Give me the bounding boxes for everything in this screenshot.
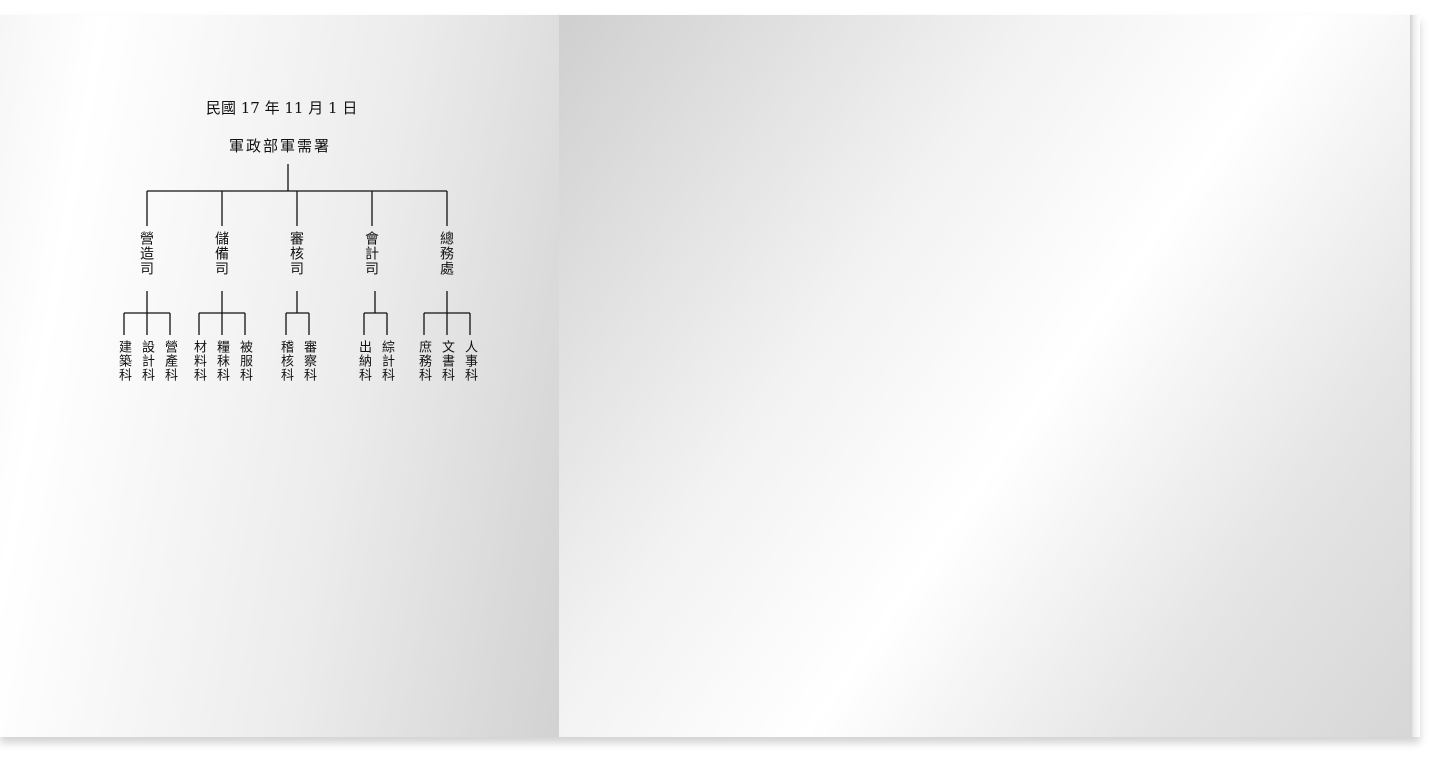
root-node-label: 軍政部軍需署 (229, 137, 332, 155)
section-node: 綜計科 (379, 340, 394, 382)
department-node: 審核司 (288, 231, 304, 276)
department-node: 儲備司 (213, 231, 229, 276)
section-node: 稽核科 (278, 340, 293, 382)
section-node: 建築科 (116, 340, 131, 382)
chart-date: 民國 17 年 11 月 1 日 (206, 99, 358, 117)
department-node: 總務處 (438, 231, 454, 276)
section-node: 文書科 (439, 340, 454, 382)
right-page (559, 15, 1420, 737)
section-node: 出納科 (356, 340, 371, 382)
section-node: 庶務科 (416, 340, 431, 382)
left-page: 民國 17 年 11 月 1 日 軍政部軍需署 營造司 儲備司 審核司 會計司 … (0, 15, 559, 737)
section-node: 設計科 (139, 340, 154, 382)
section-node: 人事科 (462, 340, 477, 382)
section-node: 糧秣科 (214, 340, 229, 382)
section-node: 營產科 (162, 340, 177, 382)
department-node: 會計司 (363, 231, 379, 276)
open-book: 民國 17 年 11 月 1 日 軍政部軍需署 營造司 儲備司 審核司 會計司 … (0, 15, 1420, 737)
page-edge (1410, 15, 1420, 737)
section-node: 審察科 (301, 340, 316, 382)
section-node: 被服科 (237, 340, 252, 382)
section-node: 材料科 (191, 340, 206, 382)
department-node: 營造司 (138, 231, 154, 276)
